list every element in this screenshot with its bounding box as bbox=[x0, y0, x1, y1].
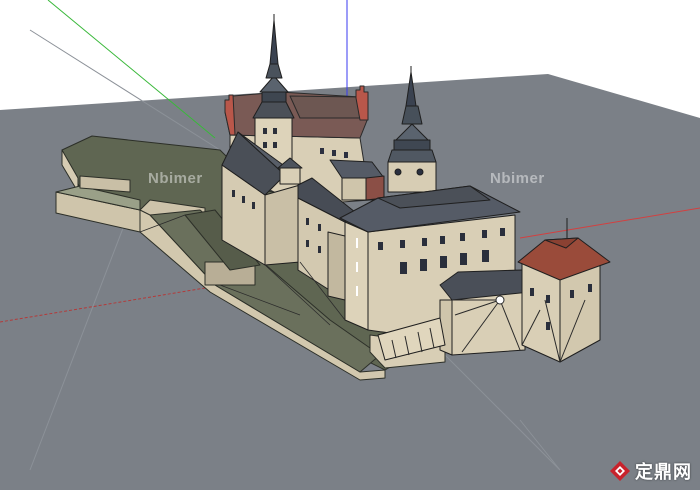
diamond-logo-icon bbox=[610, 461, 630, 481]
brand-text: 定鼎网 bbox=[635, 462, 692, 483]
model-viewport[interactable] bbox=[0, 0, 700, 490]
brand-logo: 定鼎网 bbox=[609, 458, 692, 484]
